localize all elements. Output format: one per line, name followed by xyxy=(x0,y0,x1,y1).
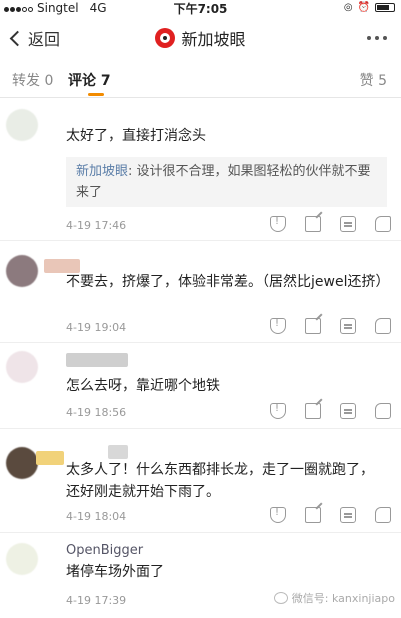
avatar[interactable] xyxy=(6,543,38,575)
list-item: 不要去，挤爆了，体验非常差。（居然比jewel还挤） 4-19 19:04 xyxy=(0,241,401,343)
share-icon[interactable] xyxy=(305,403,321,419)
comment-text: 怎么去呀，靠近哪个地铁 xyxy=(66,378,220,394)
page-title: 新加坡眼 xyxy=(0,26,401,50)
share-icon[interactable] xyxy=(305,318,321,334)
clock: 下午7:05 xyxy=(173,2,228,16)
alarm-icon: ⏰ xyxy=(357,2,370,13)
reply-icon[interactable] xyxy=(340,318,356,334)
tab-comment[interactable]: 评论 7 xyxy=(68,70,111,90)
avatar[interactable] xyxy=(6,255,38,287)
comment-text: 堵停车场外面了 xyxy=(66,564,164,580)
active-tab-indicator xyxy=(88,93,104,96)
list-item: 怎么去呀，靠近哪个地铁 4-19 18:56 xyxy=(0,343,401,429)
comment-time: 4-19 19:04 xyxy=(66,321,127,334)
comment-time: 4-19 17:39 xyxy=(66,594,127,607)
comment-time: 4-19 18:56 xyxy=(66,406,127,419)
dot-icon xyxy=(375,36,379,40)
report-icon[interactable] xyxy=(270,403,286,419)
report-icon[interactable] xyxy=(270,318,286,334)
comment-time: 4-19 18:04 xyxy=(66,510,127,523)
tab-bar: 转发 0 评论 7 赞 5 xyxy=(0,62,401,98)
account-logo-icon xyxy=(155,28,176,48)
status-right: ◎ ⏰ xyxy=(344,2,395,13)
reply-author[interactable]: 新加坡眼 xyxy=(76,164,128,179)
reply-box[interactable]: 新加坡眼: 设计很不合理，如果图轻松的伙伴就不要来了 xyxy=(66,157,387,207)
author-name-blurred[interactable] xyxy=(36,451,64,465)
reply-icon[interactable] xyxy=(340,403,356,419)
reply-icon[interactable] xyxy=(340,507,356,523)
watermark: 微信号: kanxinjiapo xyxy=(273,590,395,606)
comment-text: 太多人了！什么东西都排长龙，走了一圈就跑了，还好刚走就开始下雨了。 xyxy=(66,462,374,500)
tab-repost[interactable]: 转发 0 xyxy=(12,70,53,90)
reply-icon[interactable] xyxy=(340,216,356,232)
nav-bar: 返回 新加坡眼 xyxy=(0,16,401,60)
dot-icon xyxy=(367,36,371,40)
share-icon[interactable] xyxy=(305,216,321,232)
list-item: 太多人了！什么东西都排长龙，走了一圈就跑了，还好刚走就开始下雨了。 4-19 1… xyxy=(0,429,401,533)
author-name-blurred[interactable] xyxy=(108,445,128,459)
report-icon[interactable] xyxy=(270,507,286,523)
list-item: 太好了，直接打消念头 新加坡眼: 设计很不合理，如果图轻松的伙伴就不要来了 4-… xyxy=(0,99,401,241)
comment-actions xyxy=(270,403,391,419)
battery-icon xyxy=(375,3,395,12)
lock-rotation-icon: ◎ xyxy=(343,2,353,13)
author-name-blurred[interactable] xyxy=(66,353,128,367)
share-icon[interactable] xyxy=(305,507,321,523)
thumbs-up-icon[interactable] xyxy=(375,507,391,523)
tab-like[interactable]: 赞 5 xyxy=(360,70,387,90)
comment-actions xyxy=(270,507,391,523)
dot-icon xyxy=(383,36,387,40)
comment-actions xyxy=(270,318,391,334)
status-bar: Singtel 4G 下午7:05 ◎ ⏰ xyxy=(0,0,401,16)
avatar[interactable] xyxy=(6,351,38,383)
thumbs-up-icon[interactable] xyxy=(375,318,391,334)
thumbs-up-icon[interactable] xyxy=(375,403,391,419)
report-icon[interactable] xyxy=(270,216,286,232)
wechat-icon xyxy=(273,592,288,604)
avatar[interactable] xyxy=(6,447,38,479)
thumbs-up-icon[interactable] xyxy=(375,216,391,232)
comment-text: 不要去，挤爆了，体验非常差。（居然比jewel还挤） xyxy=(66,274,390,290)
comment-text: 太好了，直接打消念头 xyxy=(66,128,206,144)
comment-actions xyxy=(270,216,391,232)
watermark-text: 微信号: kanxinjiapo xyxy=(291,592,395,605)
more-options-button[interactable] xyxy=(367,36,387,40)
avatar[interactable] xyxy=(6,109,38,141)
page-title-text: 新加坡眼 xyxy=(181,30,246,49)
comment-time: 4-19 17:46 xyxy=(66,219,127,232)
comment-author[interactable]: OpenBigger xyxy=(66,543,143,558)
